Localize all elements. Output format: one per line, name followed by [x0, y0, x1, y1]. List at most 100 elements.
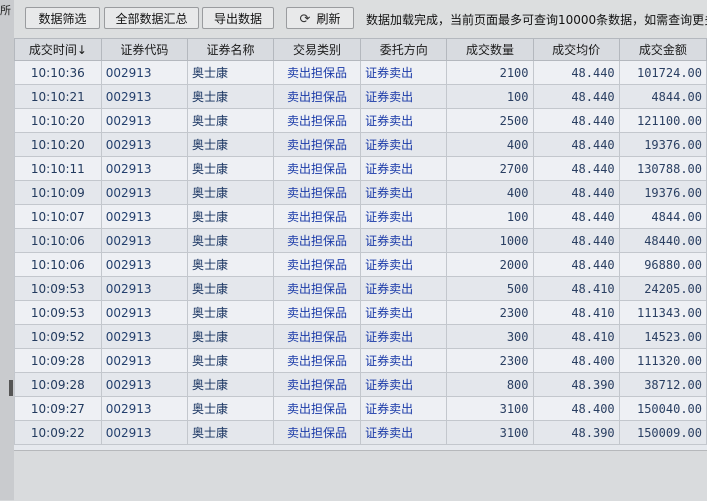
col-header-quantity[interactable]: 成交数量	[446, 38, 534, 61]
trade-type-cell: 卖出担保品	[273, 348, 362, 373]
col-header-avg-price[interactable]: 成交均价	[532, 38, 620, 61]
trade-time-cell: 10:09:27	[14, 396, 102, 421]
quantity-cell: 2700	[446, 156, 534, 181]
security-name-cell: 奥士康	[187, 156, 275, 181]
amount-cell: 38712.00	[618, 372, 707, 397]
table-row[interactable]: 10:09:22 002913 奥士康 卖出担保品 证券卖出 3100 48.390 1500…	[14, 420, 707, 445]
col-header-amount[interactable]: 成交金额	[618, 38, 707, 61]
avg-price-cell: 48.410	[532, 300, 620, 325]
trade-time-cell: 10:10:07	[14, 204, 102, 229]
security-name-cell: 奥士康	[187, 252, 275, 277]
table-row[interactable]: 10:09:28 002913 奥士康 卖出担保品 证券卖出 2300 48.400 1113…	[14, 348, 707, 373]
trade-time-cell: 10:10:09	[14, 180, 102, 205]
table-row[interactable]: 10:10:20 002913 奥士康 卖出担保品 证券卖出 400 48.440 19376…	[14, 132, 707, 157]
filter-data-button[interactable]: 数据筛选	[25, 7, 100, 29]
amount-cell: 48440.00	[618, 228, 707, 253]
trade-type-cell: 卖出担保品	[273, 84, 362, 109]
table-row[interactable]: 10:09:53 002913 奥士康 卖出担保品 证券卖出 500 48.410 24205…	[14, 276, 707, 301]
col-header-order-direction[interactable]: 委托方向	[360, 38, 448, 61]
trade-table: 成交时间↓ 证券代码 证券名称 交易类别 委托方向 成交数量 成交均价 成交金额 10:10:…	[14, 38, 707, 445]
avg-price-cell: 48.440	[532, 156, 620, 181]
table-row[interactable]: 10:10:11 002913 奥士康 卖出担保品 证券卖出 2700 48.440 1307…	[14, 156, 707, 181]
security-code-cell: 002913	[100, 324, 189, 349]
security-code-cell: 002913	[100, 252, 189, 277]
trade-time-cell: 10:10:11	[14, 156, 102, 181]
quantity-cell: 2000	[446, 252, 534, 277]
col-header-security-name[interactable]: 证券名称	[187, 38, 275, 61]
export-data-button[interactable]: 导出数据	[202, 7, 274, 29]
amount-cell: 111343.00	[618, 300, 707, 325]
refresh-icon: ⟳	[299, 12, 311, 27]
trade-time-cell: 10:10:36	[14, 60, 102, 85]
order-direction-cell: 证券卖出	[360, 228, 448, 253]
avg-price-cell: 48.410	[532, 324, 620, 349]
trade-type-cell: 卖出担保品	[273, 252, 362, 277]
security-name-cell: 奥士康	[187, 372, 275, 397]
table-row[interactable]: 10:10:06 002913 奥士康 卖出担保品 证券卖出 2000 48.440 9688…	[14, 252, 707, 277]
quantity-cell: 500	[446, 276, 534, 301]
table-row[interactable]: 10:09:28 002913 奥士康 卖出担保品 证券卖出 800 48.390 38712…	[14, 372, 707, 397]
security-code-cell: 002913	[100, 276, 189, 301]
security-code-cell: 002913	[100, 396, 189, 421]
refresh-button[interactable]: ⟳ 刷新	[286, 7, 354, 29]
security-code-cell: 002913	[100, 180, 189, 205]
table-row[interactable]: 10:09:27 002913 奥士康 卖出担保品 证券卖出 3100 48.400 1500…	[14, 396, 707, 421]
avg-price-cell: 48.390	[532, 372, 620, 397]
trade-type-cell: 卖出担保品	[273, 372, 362, 397]
trade-time-cell: 10:10:21	[14, 84, 102, 109]
security-code-cell: 002913	[100, 132, 189, 157]
amount-cell: 96880.00	[618, 252, 707, 277]
order-direction-cell: 证券卖出	[360, 84, 448, 109]
order-direction-cell: 证券卖出	[360, 372, 448, 397]
trade-type-cell: 卖出担保品	[273, 108, 362, 133]
security-name-cell: 奥士康	[187, 108, 275, 133]
security-code-cell: 002913	[100, 420, 189, 445]
trade-type-cell: 卖出担保品	[273, 180, 362, 205]
order-direction-cell: 证券卖出	[360, 156, 448, 181]
amount-cell: 19376.00	[618, 180, 707, 205]
order-direction-cell: 证券卖出	[360, 300, 448, 325]
quantity-cell: 3100	[446, 420, 534, 445]
table-row[interactable]: 10:10:06 002913 奥士康 卖出担保品 证券卖出 1000 48.440 4844…	[14, 228, 707, 253]
refresh-label: 刷新	[316, 12, 341, 26]
security-code-cell: 002913	[100, 156, 189, 181]
table-row[interactable]: 10:09:53 002913 奥士康 卖出担保品 证券卖出 2300 48.410 1113…	[14, 300, 707, 325]
security-name-cell: 奥士康	[187, 420, 275, 445]
table-row[interactable]: 10:10:36 002913 奥士康 卖出担保品 证券卖出 2100 48.440 1017…	[14, 60, 707, 85]
amount-cell: 111320.00	[618, 348, 707, 373]
table-row[interactable]: 10:10:20 002913 奥士康 卖出担保品 证券卖出 2500 48.440 1211…	[14, 108, 707, 133]
security-code-cell: 002913	[100, 108, 189, 133]
col-header-security-code[interactable]: 证券代码	[100, 38, 189, 61]
trade-time-cell: 10:09:22	[14, 420, 102, 445]
avg-price-cell: 48.440	[532, 132, 620, 157]
panel-resize-handle[interactable]	[9, 380, 13, 396]
col-header-trade-type[interactable]: 交易类别	[273, 38, 362, 61]
quantity-cell: 100	[446, 204, 534, 229]
security-code-cell: 002913	[100, 84, 189, 109]
trade-type-cell: 卖出担保品	[273, 276, 362, 301]
security-code-cell: 002913	[100, 348, 189, 373]
table-header-row: 成交时间↓ 证券代码 证券名称 交易类别 委托方向 成交数量 成交均价 成交金额	[14, 38, 707, 61]
left-tab-label: 所	[0, 4, 11, 17]
table-row[interactable]: 10:09:52 002913 奥士康 卖出担保品 证券卖出 300 48.410 14523…	[14, 324, 707, 349]
amount-cell: 121100.00	[618, 108, 707, 133]
avg-price-cell: 48.390	[532, 420, 620, 445]
amount-cell: 4844.00	[618, 84, 707, 109]
trade-type-cell: 卖出担保品	[273, 132, 362, 157]
summary-all-button[interactable]: 全部数据汇总	[104, 7, 199, 29]
quantity-cell: 400	[446, 180, 534, 205]
security-name-cell: 奥士康	[187, 348, 275, 373]
order-direction-cell: 证券卖出	[360, 420, 448, 445]
avg-price-cell: 48.400	[532, 348, 620, 373]
table-row[interactable]: 10:10:07 002913 奥士康 卖出担保品 证券卖出 100 48.440 4844.…	[14, 204, 707, 229]
col-header-trade-time[interactable]: 成交时间↓	[14, 38, 102, 61]
security-name-cell: 奥士康	[187, 60, 275, 85]
trade-time-cell: 10:09:53	[14, 300, 102, 325]
table-row[interactable]: 10:10:09 002913 奥士康 卖出担保品 证券卖出 400 48.440 19376…	[14, 180, 707, 205]
table-row[interactable]: 10:10:21 002913 奥士康 卖出担保品 证券卖出 100 48.440 4844.…	[14, 84, 707, 109]
trade-type-cell: 卖出担保品	[273, 396, 362, 421]
trade-time-cell: 10:10:06	[14, 252, 102, 277]
avg-price-cell: 48.400	[532, 396, 620, 421]
amount-cell: 4844.00	[618, 204, 707, 229]
quantity-cell: 800	[446, 372, 534, 397]
